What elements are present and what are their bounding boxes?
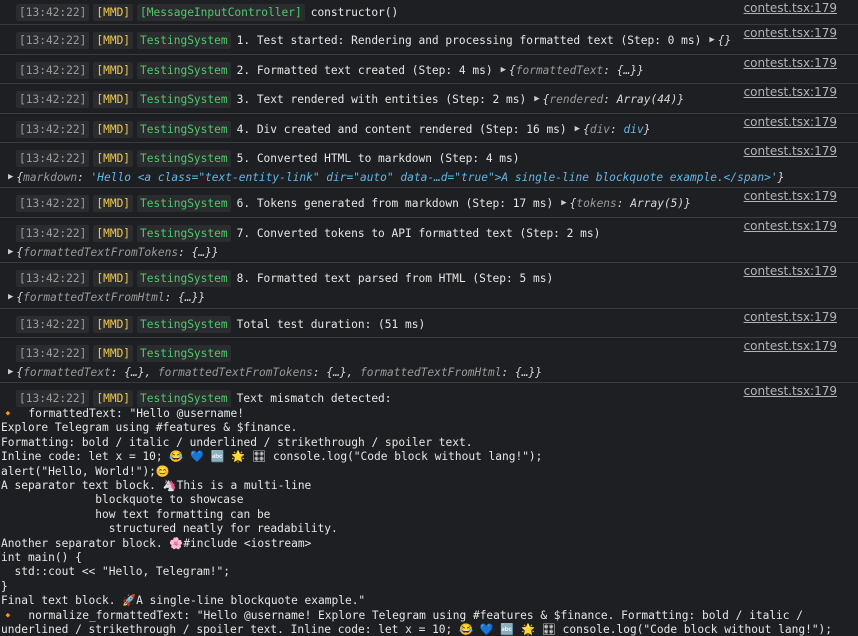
mmd-tag: [MMD]	[93, 194, 134, 212]
mmd-tag: [MMD]	[93, 389, 134, 407]
system-tag: TestingSystem	[137, 389, 231, 407]
mmd-tag: [MMD]	[93, 31, 134, 49]
source-link[interactable]: contest.tsx:179	[744, 189, 837, 203]
log-row-3: [13:42:22] [MMD] TestingSystem 3. Text r…	[0, 84, 858, 114]
mmd-tag: [MMD]	[93, 344, 134, 362]
system-tag: TestingSystem	[137, 269, 231, 287]
timestamp: [13:42:22]	[16, 224, 90, 242]
expand-triangle-icon[interactable]: ▶	[534, 94, 539, 104]
timestamp: [13:42:22]	[16, 315, 90, 333]
timestamp: [13:42:22]	[16, 31, 90, 49]
controller-tag: [MessageInputController]	[137, 3, 305, 21]
source-link[interactable]: contest.tsx:179	[744, 264, 837, 278]
mmd-tag: [MMD]	[93, 90, 134, 108]
mmd-tag: [MMD]	[93, 269, 134, 287]
bullet-icon: 🔸	[1, 407, 15, 420]
system-tag: TestingSystem	[137, 194, 231, 212]
timestamp: [13:42:22]	[16, 61, 90, 79]
source-link[interactable]: contest.tsx:179	[744, 1, 837, 15]
mmd-tag: [MMD]	[93, 61, 134, 79]
inline-object[interactable]: {formattedTextFromHtml: {…}}	[16, 291, 205, 304]
log-row-4: [13:42:22] [MMD] TestingSystem 4. Div cr…	[0, 114, 858, 143]
expand-triangle-icon[interactable]: ▶	[575, 124, 580, 134]
mismatch-body: 🔸 formattedText: "Hello @username! Explo…	[1, 407, 833, 636]
inline-object[interactable]: {rendered: Array(44)}	[543, 93, 685, 106]
log-message: Text mismatch detected:	[236, 391, 392, 405]
log-row-5: [13:42:22] [MMD] TestingSystem 5. Conver…	[0, 143, 858, 188]
inline-object[interactable]: {formattedText: {…}, formattedTextFromTo…	[16, 366, 542, 379]
mmd-tag: [MMD]	[93, 224, 134, 242]
system-tag: TestingSystem	[137, 120, 231, 138]
log-row-1: [13:42:22] [MMD] TestingSystem 1. Test s…	[0, 25, 858, 55]
timestamp: [13:42:22]	[16, 344, 90, 362]
system-tag: TestingSystem	[137, 149, 231, 167]
expand-triangle-icon[interactable]: ▶	[501, 65, 506, 75]
log-message: Total test duration: (51 ms)	[236, 317, 426, 331]
expand-triangle-icon[interactable]: ▶	[8, 292, 13, 302]
source-link[interactable]: contest.tsx:179	[744, 339, 837, 353]
source-link[interactable]: contest.tsx:179	[744, 26, 837, 40]
log-row-total: [13:42:22] [MMD] TestingSystem Total tes…	[0, 309, 858, 338]
inline-object[interactable]: {formattedText: {…}}	[509, 64, 644, 77]
source-link[interactable]: contest.tsx:179	[744, 115, 837, 129]
source-link[interactable]: contest.tsx:179	[744, 56, 837, 70]
log-row-7: [13:42:22] [MMD] TestingSystem 7. Conver…	[0, 218, 858, 263]
log-message: 8. Formatted text parsed from HTML (Step…	[236, 271, 554, 285]
log-message: 2. Formatted text created (Step: 4 ms)	[236, 63, 493, 77]
timestamp: [13:42:22]	[16, 149, 90, 167]
log-message: 4. Div created and content rendered (Ste…	[236, 122, 567, 136]
source-link[interactable]: contest.tsx:179	[744, 85, 837, 99]
expand-triangle-icon[interactable]: ▶	[8, 247, 13, 257]
log-message: 5. Converted HTML to markdown (Step: 4 m…	[236, 151, 520, 165]
expand-triangle-icon[interactable]: ▶	[8, 367, 13, 377]
inline-object[interactable]: {div: div}	[583, 123, 650, 136]
system-tag: TestingSystem	[137, 90, 231, 108]
timestamp: [13:42:22]	[16, 389, 90, 407]
timestamp: [13:42:22]	[16, 3, 90, 21]
log-row-summary: [13:42:22] [MMD] TestingSystem ▶ {format…	[0, 338, 858, 383]
timestamp: [13:42:22]	[16, 194, 90, 212]
log-row-8: [13:42:22] [MMD] TestingSystem 8. Format…	[0, 263, 858, 309]
source-link[interactable]: contest.tsx:179	[744, 219, 837, 233]
source-link[interactable]: contest.tsx:179	[744, 384, 837, 398]
inline-object[interactable]: {tokens: Array(5)}	[570, 197, 691, 210]
source-link[interactable]: contest.tsx:179	[744, 144, 837, 158]
inline-object[interactable]: {formattedTextFromTokens: {…}}	[16, 246, 218, 259]
log-message: 7. Converted tokens to API formatted tex…	[236, 226, 601, 240]
system-tag: TestingSystem	[137, 315, 231, 333]
expand-triangle-icon[interactable]: ▶	[709, 35, 714, 45]
log-row-mismatch: [13:42:22] [MMD] TestingSystem Text mism…	[0, 383, 858, 636]
timestamp: [13:42:22]	[16, 120, 90, 138]
log-row-2: [13:42:22] [MMD] TestingSystem 2. Format…	[0, 55, 858, 84]
expand-triangle-icon[interactable]: ▶	[8, 172, 13, 182]
log-row-6: [13:42:22] [MMD] TestingSystem 6. Tokens…	[0, 188, 858, 218]
source-link[interactable]: contest.tsx:179	[744, 310, 837, 324]
log-message: constructor()	[310, 5, 399, 19]
timestamp: [13:42:22]	[16, 90, 90, 108]
inline-object[interactable]: {}	[718, 34, 731, 47]
system-tag: TestingSystem	[137, 31, 231, 49]
log-row-constructor: [13:42:22] [MMD] [MessageInputController…	[0, 0, 858, 25]
expand-triangle-icon[interactable]: ▶	[561, 198, 566, 208]
timestamp: [13:42:22]	[16, 269, 90, 287]
system-tag: TestingSystem	[137, 61, 231, 79]
mmd-tag: [MMD]	[93, 149, 134, 167]
log-message: 6. Tokens generated from markdown (Step:…	[236, 196, 554, 210]
mmd-tag: [MMD]	[93, 120, 134, 138]
log-message: 1. Test started: Rendering and processin…	[236, 33, 702, 47]
mmd-tag: [MMD]	[93, 3, 134, 21]
bullet-icon: 🔸	[1, 608, 15, 622]
log-message: 3. Text rendered with entities (Step: 2 …	[236, 92, 527, 106]
system-tag: TestingSystem	[137, 344, 231, 362]
system-tag: TestingSystem	[137, 224, 231, 242]
mmd-tag: [MMD]	[93, 315, 134, 333]
inline-object[interactable]: {markdown: 'Hello <a class="text-entity-…	[16, 171, 784, 184]
